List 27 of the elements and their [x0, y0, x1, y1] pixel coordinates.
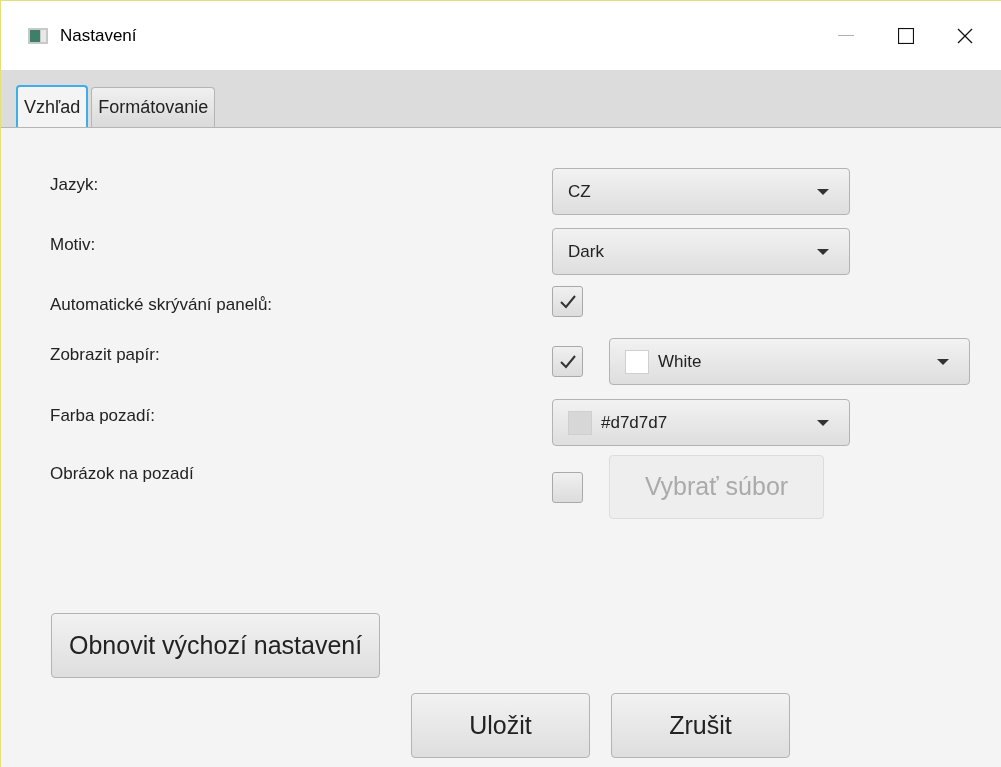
dropdown[interactable]: #d7d7d7 [552, 399, 850, 446]
field-label: Automatické skrývání panelů: [50, 294, 274, 316]
tab[interactable]: Formátovanie [91, 87, 216, 127]
field-label: Obrázok na pozadí [50, 463, 195, 485]
app-icon [28, 27, 48, 44]
dropdown-caret-icon [817, 188, 829, 195]
maximize-icon[interactable] [898, 27, 914, 44]
dropdown[interactable]: Dark [552, 228, 850, 275]
dialog-button[interactable]: Uložit [411, 693, 590, 758]
tab[interactable]: Vzhľad [16, 85, 89, 127]
dropdown[interactable]: White [609, 338, 970, 385]
dropdown[interactable]: CZ [552, 168, 850, 215]
field-label: Jazyk: [50, 174, 100, 196]
reset-button[interactable]: Obnovit výchozí nastavení [51, 613, 381, 678]
dialog-button[interactable]: Zrušit [611, 693, 790, 758]
checkmark-icon [559, 354, 576, 369]
checkbox[interactable] [552, 346, 583, 377]
dropdown-caret-icon [817, 248, 829, 255]
dropdown-caret-icon [937, 358, 949, 365]
field-label: Motiv: [50, 234, 97, 256]
window-title: Nastavení [60, 24, 137, 47]
checkmark-icon [559, 294, 576, 309]
checkbox[interactable] [552, 286, 583, 317]
field-label: Farba pozadí: [50, 405, 156, 427]
field-label: Zobrazit papír: [50, 344, 161, 366]
close-icon[interactable] [957, 27, 973, 44]
dropdown-caret-icon [817, 419, 829, 426]
